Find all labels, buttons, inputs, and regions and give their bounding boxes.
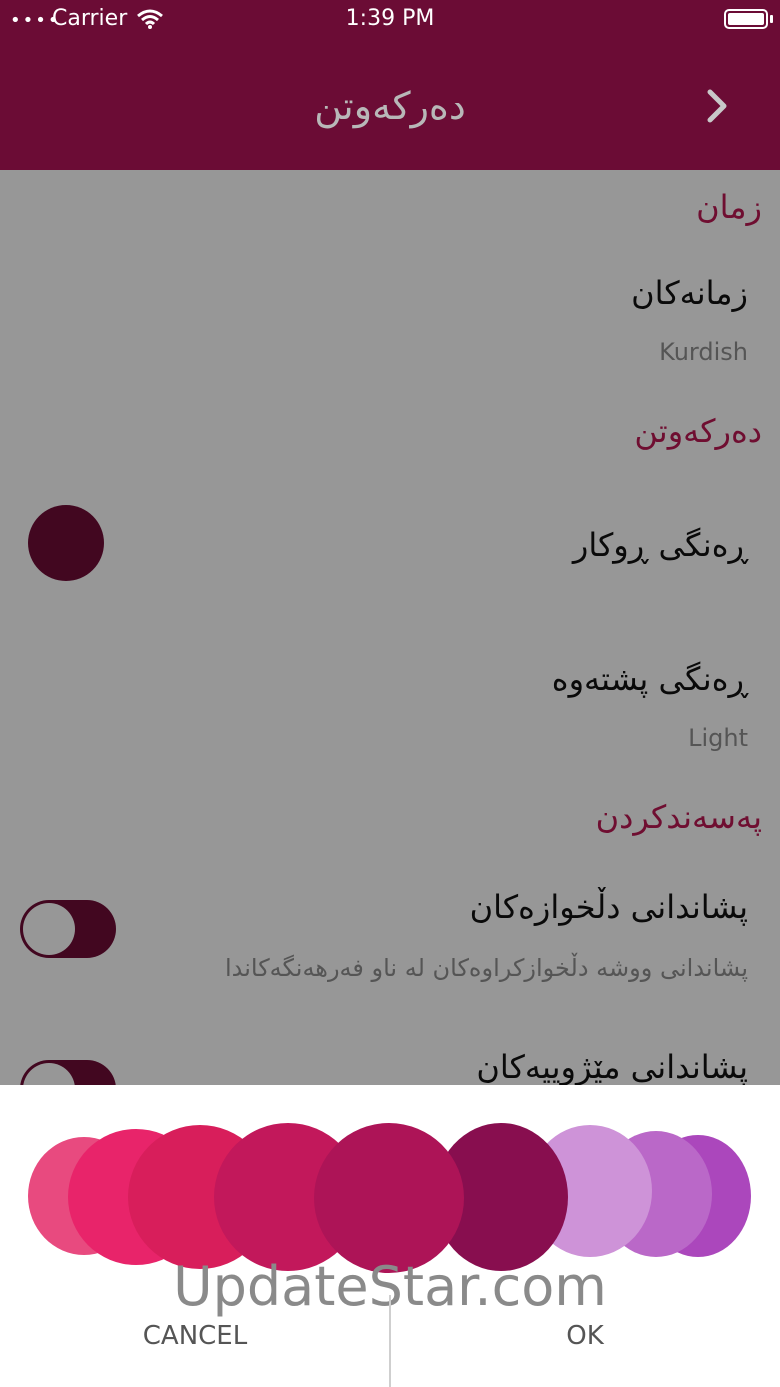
color-swatch-5-selected[interactable] (314, 1123, 464, 1273)
ok-button[interactable]: OK (485, 1321, 685, 1351)
chevron-right-icon[interactable] (700, 86, 734, 126)
battery-cap (770, 15, 773, 23)
cancel-button[interactable]: CANCEL (95, 1321, 295, 1351)
dialog-button-divider (389, 1295, 391, 1387)
navigation-bar: دەرکەوتن (0, 38, 780, 170)
status-time: 1:39 PM (345, 6, 435, 31)
page-title: دەرکەوتن (314, 84, 466, 128)
battery-icon (724, 9, 768, 29)
modal-overlay (0, 170, 780, 1085)
color-picker-dialog: UpdateStar.com CANCEL OK (0, 1085, 780, 1387)
status-bar: •••• Carrier 1:39 PM (0, 0, 780, 38)
